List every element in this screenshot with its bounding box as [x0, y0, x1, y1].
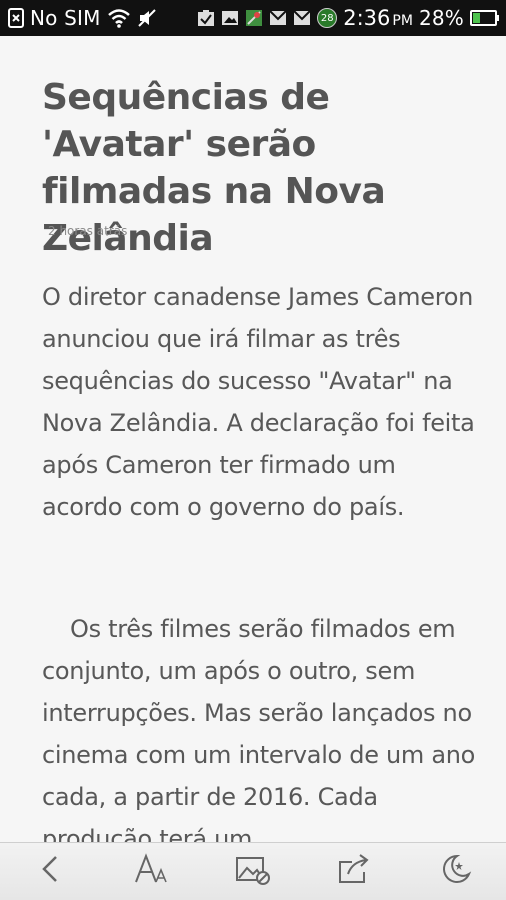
gmail-icon — [293, 10, 311, 26]
font-size-button[interactable] — [124, 848, 180, 896]
share-button[interactable] — [326, 848, 382, 896]
image-toggle-icon — [233, 852, 273, 891]
back-button[interactable] — [23, 848, 79, 896]
share-icon — [334, 852, 374, 891]
clock-ampm: PM — [392, 13, 413, 29]
night-mode-icon — [435, 852, 475, 891]
mute-icon — [137, 8, 157, 28]
image-toggle-button[interactable] — [225, 848, 281, 896]
night-mode-button[interactable] — [427, 848, 483, 896]
battery-icon — [470, 9, 500, 27]
battery-percent: 28% — [418, 6, 464, 30]
gmail-icon — [269, 10, 287, 26]
status-bar: No SIM 28 2:36 PM 28% — [0, 0, 506, 36]
carrier-label: No SIM — [30, 6, 101, 30]
article-paragraph: Os três filmes serão filmados em conjunt… — [42, 615, 476, 842]
article-timestamp: 2 horas atrás — [48, 224, 128, 238]
gallery-icon — [221, 9, 239, 27]
clock-time: 2:36 — [343, 6, 391, 30]
font-size-icon — [132, 852, 172, 891]
maps-icon — [245, 9, 263, 27]
task-icon — [197, 9, 215, 27]
article-paragraph: O diretor canadense James Cameron anunci… — [42, 283, 475, 521]
notification-count-badge: 28 — [317, 8, 338, 28]
no-sim-icon — [8, 8, 24, 28]
back-icon — [36, 852, 66, 891]
article-view[interactable]: Sequências de 'Avatar' serão filmadas na… — [0, 36, 506, 842]
bottom-toolbar — [0, 842, 506, 900]
wifi-icon — [107, 8, 131, 28]
